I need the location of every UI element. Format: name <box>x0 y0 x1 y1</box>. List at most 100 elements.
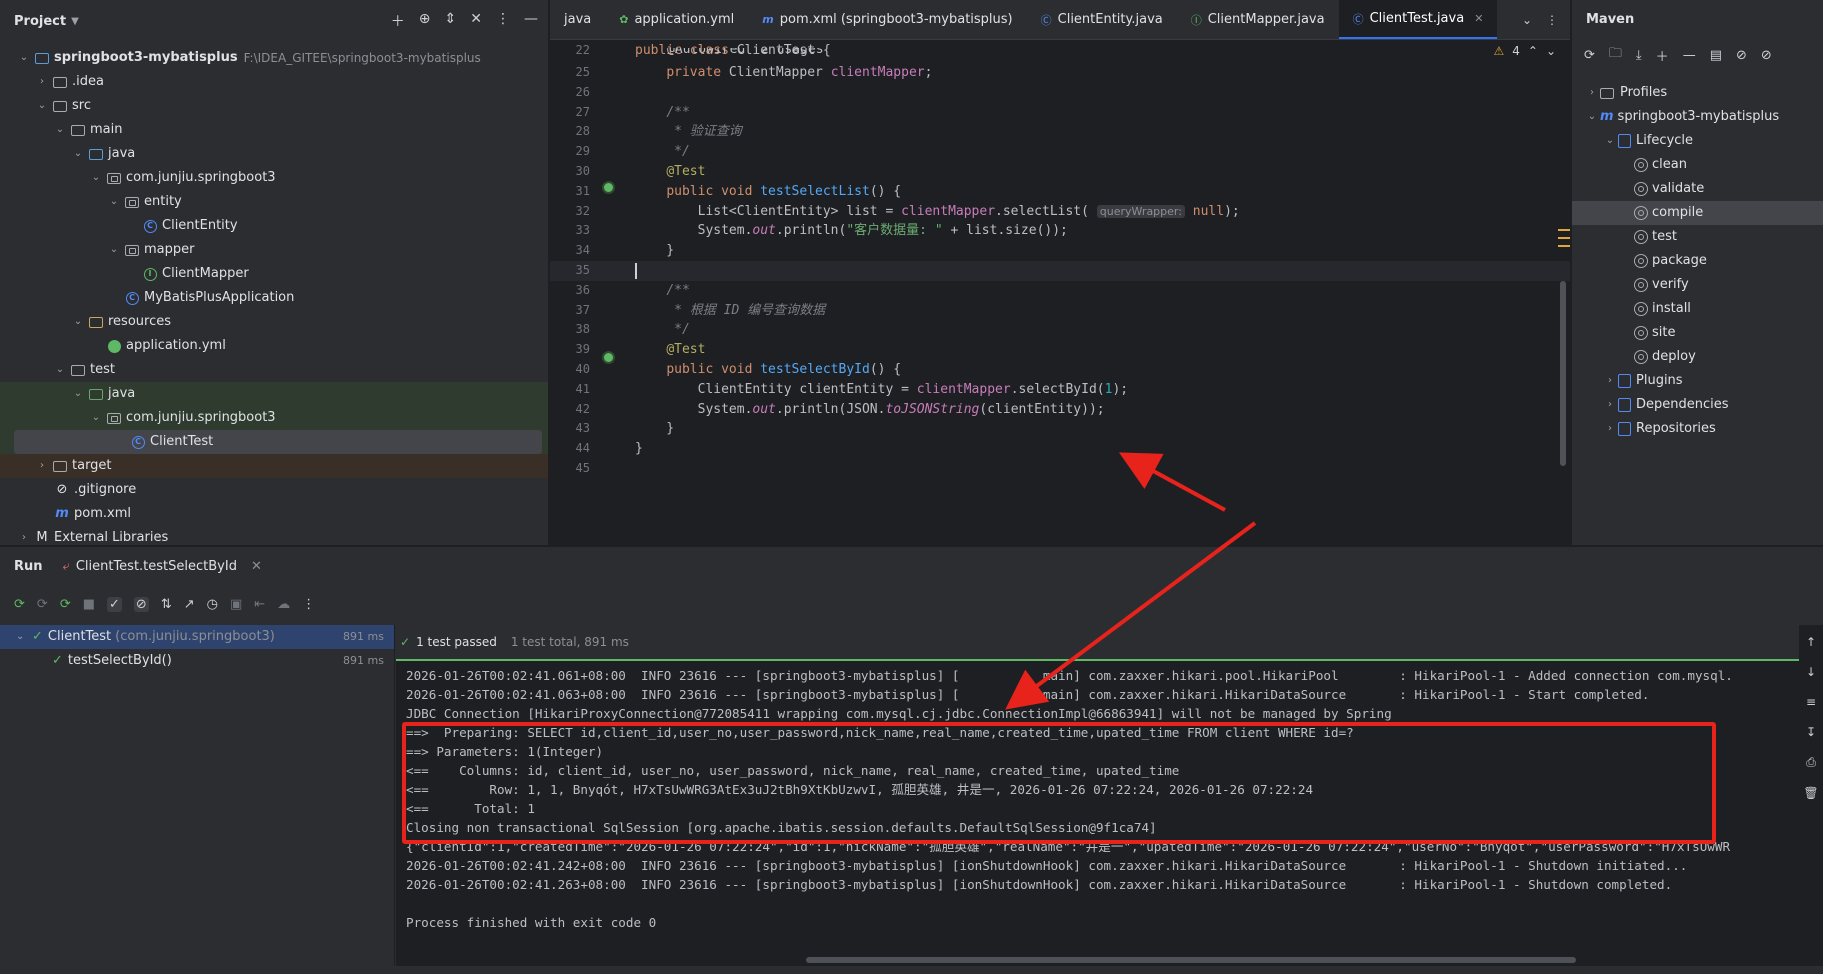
test-suite-row[interactable]: ⌄ ✓ ClientTest (com.junjiu.springboot3) … <box>0 625 394 649</box>
tab-client-mapper[interactable]: Ⓘ ClientMapper.java <box>1177 0 1339 39</box>
maven-item-repositories[interactable]: › Repositories <box>1572 417 1823 441</box>
show-ignored-icon[interactable]: ⊘ <box>133 596 149 612</box>
sort-alphabetically-icon[interactable]: ⇅ <box>161 597 172 612</box>
inspection-widget[interactable]: ⚠ 4 ⌃ ⌄ <box>1493 41 1556 61</box>
more-options-icon[interactable]: ⋮ <box>302 597 315 612</box>
chevron-right-icon[interactable]: › <box>1584 81 1600 105</box>
maven-item-project[interactable]: ⌄ m springboot3-mybatisplus <box>1572 105 1823 129</box>
code-line[interactable]: 27 /** <box>550 103 1570 123</box>
maven-goal-verify[interactable]: verify <box>1572 273 1823 297</box>
code-line[interactable]: 30 @Test <box>550 162 1570 182</box>
skip-tests-icon[interactable]: ⊘ <box>1761 48 1772 63</box>
maven-goal-package[interactable]: package <box>1572 249 1823 273</box>
tree-item-application-class[interactable]: C MyBatisPlusApplication <box>0 286 548 310</box>
run-test-icon[interactable] <box>602 181 615 194</box>
remove-icon[interactable]: — <box>1683 48 1696 63</box>
offline-mode-icon[interactable]: ⊘ <box>1736 48 1747 63</box>
code-line[interactable]: 28 * 验证查询 <box>550 122 1570 142</box>
code-line[interactable]: 45 <box>550 459 1570 479</box>
maven-item-dependencies[interactable]: › Dependencies <box>1572 393 1823 417</box>
tree-item-entity[interactable]: ⌄ entity <box>0 190 548 214</box>
toggle-auto-test-icon[interactable]: ⟳ <box>60 597 71 612</box>
tab-client-entity[interactable]: Ⓒ ClientEntity.java <box>1027 0 1177 39</box>
run-test-icon[interactable] <box>602 351 615 364</box>
code-line[interactable]: 35 <box>550 261 1570 281</box>
chevron-down-icon[interactable]: ⌄ <box>88 166 104 190</box>
chevron-down-icon[interactable]: ⌄ <box>1522 13 1532 27</box>
chevron-right-icon[interactable]: › <box>1602 393 1618 417</box>
chevron-down-icon[interactable]: ▼ <box>71 16 79 27</box>
chevron-down-icon[interactable]: ⌄ <box>70 382 86 406</box>
chevron-down-icon[interactable]: ⌄ <box>1546 44 1556 58</box>
maven-goal-install[interactable]: install <box>1572 297 1823 321</box>
console-output[interactable]: ✓ 1 test passed 1 test total, 891 ms 202… <box>396 625 1823 974</box>
chevron-down-icon[interactable]: ⌄ <box>52 118 68 142</box>
code-line[interactable]: 33 System.out.println("客户数据量: " + list.s… <box>550 221 1570 241</box>
reload-icon[interactable]: ⟳ <box>1584 48 1595 63</box>
code-line[interactable]: 32 List<ClientEntity> list = clientMappe… <box>550 202 1570 222</box>
maven-goal-deploy[interactable]: deploy <box>1572 345 1823 369</box>
chevron-right-icon[interactable]: › <box>1602 369 1618 393</box>
tree-item-client-test[interactable]: C ClientTest <box>14 430 542 454</box>
tab-client-test[interactable]: Ⓒ ClientTest.java ✕ <box>1338 0 1498 39</box>
maven-item-profiles[interactable]: › Profiles <box>1572 81 1823 105</box>
project-panel-title[interactable]: Project <box>14 14 66 29</box>
add-icon[interactable]: ＋ <box>1656 46 1669 65</box>
maven-goal-test[interactable]: test <box>1572 225 1823 249</box>
tree-item-main[interactable]: ⌄ main <box>0 118 548 142</box>
chevron-down-icon[interactable]: ⌄ <box>1602 129 1618 153</box>
tree-item-client-mapper[interactable]: I ClientMapper <box>0 262 548 286</box>
tree-item-client-entity[interactable]: C ClientEntity <box>0 214 548 238</box>
code-line[interactable]: 26 <box>550 83 1570 103</box>
maven-item-plugins[interactable]: › Plugins <box>1572 369 1823 393</box>
tree-item-main-java[interactable]: ⌄ java <box>0 142 548 166</box>
tree-item-mapper[interactable]: ⌄ mapper <box>0 238 548 262</box>
maven-goal-clean[interactable]: clean <box>1572 153 1823 177</box>
minimize-icon[interactable]: — <box>524 11 538 31</box>
code-line[interactable]: 44} <box>550 439 1570 459</box>
maven-goal-validate[interactable]: validate <box>1572 177 1823 201</box>
test-case-row[interactable]: ✓ testSelectById() 891 ms <box>0 649 394 673</box>
download-icon[interactable]: ⤓ <box>1636 48 1642 63</box>
stop-icon[interactable]: ■ <box>83 597 95 612</box>
code-line[interactable]: 43 } <box>550 419 1570 439</box>
chevron-down-icon[interactable]: ⌄ <box>70 310 86 334</box>
scroll-down-icon[interactable]: ↓ <box>1806 665 1816 679</box>
tree-item-test-java[interactable]: ⌄ java <box>0 382 548 406</box>
tree-item-target[interactable]: › target <box>0 454 548 478</box>
tree-item-package[interactable]: ⌄ com.junjiu.springboot3 <box>0 166 548 190</box>
add-icon[interactable]: ＋ <box>391 11 405 31</box>
history-icon[interactable]: ◷ <box>207 597 218 612</box>
import-tests-icon[interactable]: ⇤ <box>254 597 265 612</box>
tree-item-pom[interactable]: m pom.xml <box>0 502 548 526</box>
tree-item-resources[interactable]: ⌄ resources <box>0 310 548 334</box>
sort-by-duration-icon[interactable]: ↗ <box>184 597 195 612</box>
tree-item-test[interactable]: ⌄ test <box>0 358 548 382</box>
tree-item-idea[interactable]: › .idea <box>0 70 548 94</box>
screenshot-icon[interactable]: ▣ <box>230 597 242 612</box>
more-options-icon[interactable]: ⋮ <box>1546 13 1558 27</box>
code-line[interactable]: 25 private ClientMapper clientMapper; <box>550 63 1570 83</box>
chevron-down-icon[interactable]: ⌄ <box>52 358 68 382</box>
close-icon[interactable]: ✕ <box>251 559 262 574</box>
code-line[interactable]: 42 System.out.println(JSON.toJSONString(… <box>550 400 1570 420</box>
tree-item-root[interactable]: ⌄ springboot3-mybatisplus F:\IDEA_GITEE\… <box>0 46 548 70</box>
more-options-icon[interactable]: ⋮ <box>496 11 510 31</box>
coverage-icon[interactable]: ☁ <box>277 597 290 612</box>
tab-java[interactable]: java <box>550 0 605 39</box>
print-icon[interactable]: ⎙ <box>1806 755 1816 770</box>
chevron-right-icon[interactable]: › <box>34 454 50 478</box>
code-area[interactable]: 22 public class ClientTest {25 private Cl… <box>550 41 1570 545</box>
expand-all-icon[interactable]: ⇕ <box>445 11 457 31</box>
chevron-down-icon[interactable]: ⌄ <box>1584 105 1600 129</box>
chevron-right-icon[interactable]: › <box>1602 417 1618 441</box>
editor-scrollbar[interactable] <box>1560 281 1566 466</box>
code-line[interactable]: 41 ClientEntity clientEntity = clientMap… <box>550 380 1570 400</box>
code-line[interactable]: 38 */ <box>550 320 1570 340</box>
tree-item-src[interactable]: ⌄ src <box>0 94 548 118</box>
locate-icon[interactable]: ⊕ <box>419 11 431 31</box>
execute-goal-icon[interactable]: ▤ <box>1710 48 1722 63</box>
tree-item-application-yml[interactable]: application.yml <box>0 334 548 358</box>
soft-wrap-icon[interactable]: ≡ <box>1806 695 1816 709</box>
scroll-up-icon[interactable]: ↑ <box>1806 635 1816 649</box>
